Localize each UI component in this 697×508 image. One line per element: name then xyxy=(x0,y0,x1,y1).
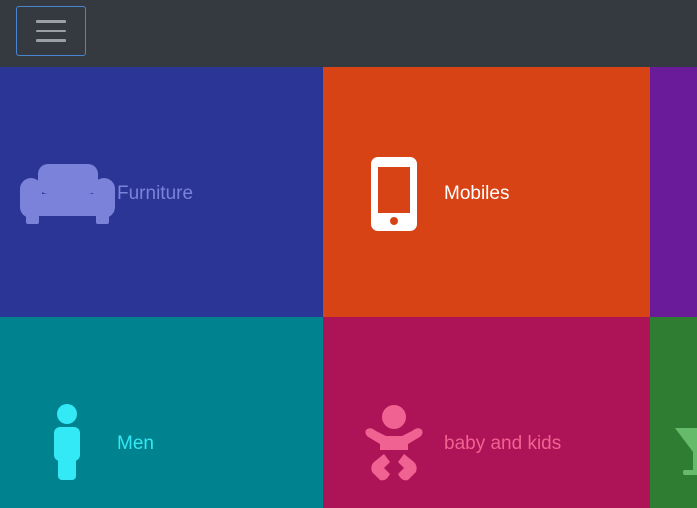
category-tile-mobiles[interactable]: Mobiles xyxy=(323,67,650,317)
navbar-toggler-button[interactable] xyxy=(16,6,86,56)
top-navbar xyxy=(0,0,697,67)
category-label-mobiles: Mobiles xyxy=(444,183,510,204)
category-label-men: Men xyxy=(117,433,154,454)
hamburger-menu-icon-bar xyxy=(36,39,66,42)
category-label-baby-and-kids: baby and kids xyxy=(444,433,562,454)
category-tile-men[interactable]: Men xyxy=(0,317,323,508)
mobile-phone-icon xyxy=(371,157,417,231)
cocktail-glass-icon xyxy=(675,428,697,475)
category-tile-partial-drinks[interactable] xyxy=(650,317,697,508)
category-label-furniture: Furniture xyxy=(117,183,194,204)
hamburger-menu-icon-bar xyxy=(36,20,66,23)
category-tile-baby-and-kids[interactable]: baby and kids xyxy=(323,317,650,508)
category-tile-furniture[interactable]: Furniture xyxy=(0,67,323,317)
sofa-icon xyxy=(20,164,115,224)
category-tile-partial[interactable] xyxy=(650,67,697,317)
baby-icon xyxy=(365,405,423,481)
man-icon xyxy=(54,404,80,480)
hamburger-menu-icon-bar xyxy=(36,29,66,33)
